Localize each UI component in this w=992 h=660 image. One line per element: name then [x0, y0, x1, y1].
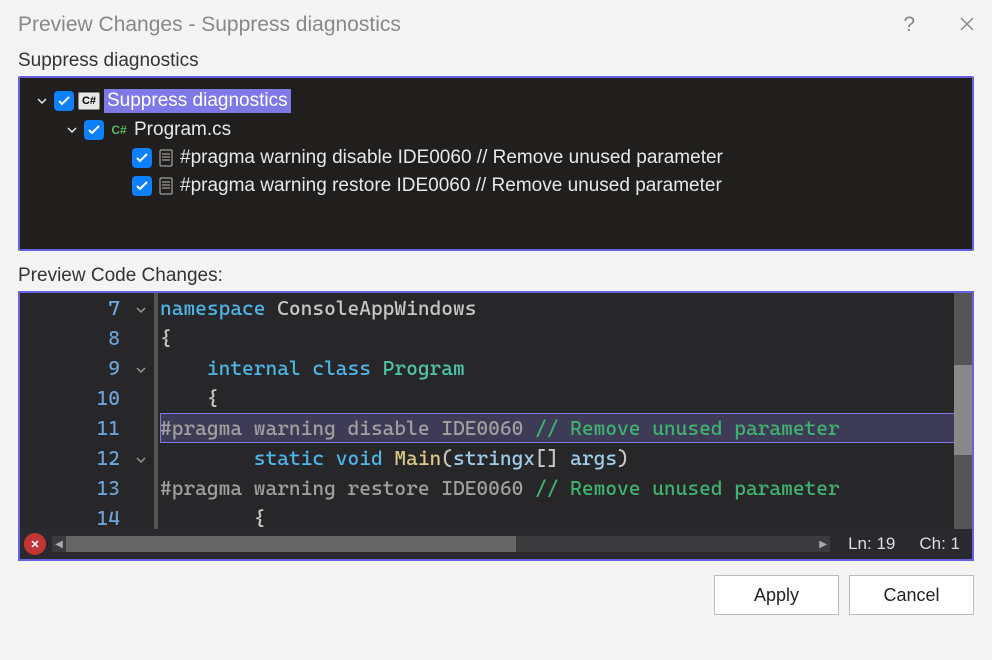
- tree-root-label: Suppress diagnostics: [104, 89, 291, 113]
- tree-file-label: Program.cs: [134, 119, 231, 141]
- checkbox[interactable]: [132, 148, 152, 168]
- close-icon[interactable]: [960, 15, 974, 36]
- code-section-label: Preview Code Changes:: [18, 265, 974, 287]
- code-line[interactable]: {: [160, 323, 972, 353]
- tree-file-item[interactable]: C# Program.cs: [34, 116, 964, 144]
- code-line[interactable]: #pragma warning disable IDE0060 // Remov…: [160, 413, 972, 443]
- code-line[interactable]: namespace ConsoleAppWindows: [160, 293, 972, 323]
- checkbox[interactable]: [132, 176, 152, 196]
- code-line[interactable]: #pragma warning restore IDE0060 // Remov…: [160, 473, 972, 503]
- code-footer: ✕ ◀ ▶ Ln: 19 Ch: 1: [20, 529, 972, 559]
- vertical-scrollbar[interactable]: [954, 293, 972, 529]
- csharp-badge-icon: C#: [78, 92, 100, 110]
- tree-change-item[interactable]: #pragma warning disable IDE0060 // Remov…: [34, 144, 964, 172]
- apply-button[interactable]: Apply: [714, 575, 839, 615]
- code-lines[interactable]: namespace ConsoleAppWindows{ internal cl…: [160, 293, 972, 533]
- document-icon: [156, 149, 176, 167]
- code-area[interactable]: 7891011121314 namespace ConsoleAppWindow…: [20, 293, 972, 533]
- tree-change-label: #pragma warning disable IDE0060 // Remov…: [180, 147, 723, 169]
- change-indicator: [152, 293, 160, 533]
- tree-section-label: Suppress diagnostics: [18, 50, 974, 72]
- scroll-left-arrow[interactable]: ◀: [52, 536, 66, 552]
- tree-root-item[interactable]: C# Suppress diagnostics: [34, 86, 964, 116]
- status-column: Ch: 1: [907, 534, 972, 554]
- changes-tree: C# Suppress diagnostics C# Program.cs: [18, 76, 974, 251]
- horizontal-scrollbar-thumb[interactable]: [66, 536, 516, 552]
- cancel-button[interactable]: Cancel: [849, 575, 974, 615]
- code-line[interactable]: static void Main(stringx[] args): [160, 443, 972, 473]
- csharp-file-icon: C#: [108, 121, 130, 139]
- fold-column: [130, 293, 152, 533]
- dialog-window: Preview Changes - Suppress diagnostics ?…: [0, 0, 992, 660]
- expand-icon[interactable]: [34, 93, 50, 109]
- code-line[interactable]: internal class Program: [160, 353, 972, 383]
- tree-change-item[interactable]: #pragma warning restore IDE0060 // Remov…: [34, 172, 964, 200]
- help-icon[interactable]: ?: [903, 13, 915, 37]
- error-count-icon[interactable]: ✕: [24, 533, 46, 555]
- checkbox[interactable]: [84, 120, 104, 140]
- titlebar-controls: ?: [903, 13, 974, 37]
- scroll-right-arrow[interactable]: ▶: [816, 536, 830, 552]
- titlebar: Preview Changes - Suppress diagnostics ?: [0, 0, 992, 50]
- checkbox[interactable]: [54, 91, 74, 111]
- fold-icon[interactable]: [130, 293, 152, 323]
- vertical-scrollbar-thumb[interactable]: [954, 365, 972, 455]
- line-gutter: 7891011121314: [20, 293, 130, 533]
- tree-change-label: #pragma warning restore IDE0060 // Remov…: [180, 175, 722, 197]
- code-line[interactable]: {: [160, 383, 972, 413]
- code-preview: 7891011121314 namespace ConsoleAppWindow…: [18, 291, 974, 561]
- document-icon: [156, 177, 176, 195]
- window-title: Preview Changes - Suppress diagnostics: [18, 13, 903, 37]
- dialog-content: Suppress diagnostics C# Suppress diagnos…: [0, 50, 992, 660]
- horizontal-scrollbar[interactable]: ◀ ▶: [52, 536, 830, 552]
- fold-icon[interactable]: [130, 443, 152, 473]
- button-row: Apply Cancel: [18, 575, 974, 615]
- fold-icon[interactable]: [130, 353, 152, 383]
- expand-icon[interactable]: [64, 122, 80, 138]
- status-line: Ln: 19: [836, 534, 907, 554]
